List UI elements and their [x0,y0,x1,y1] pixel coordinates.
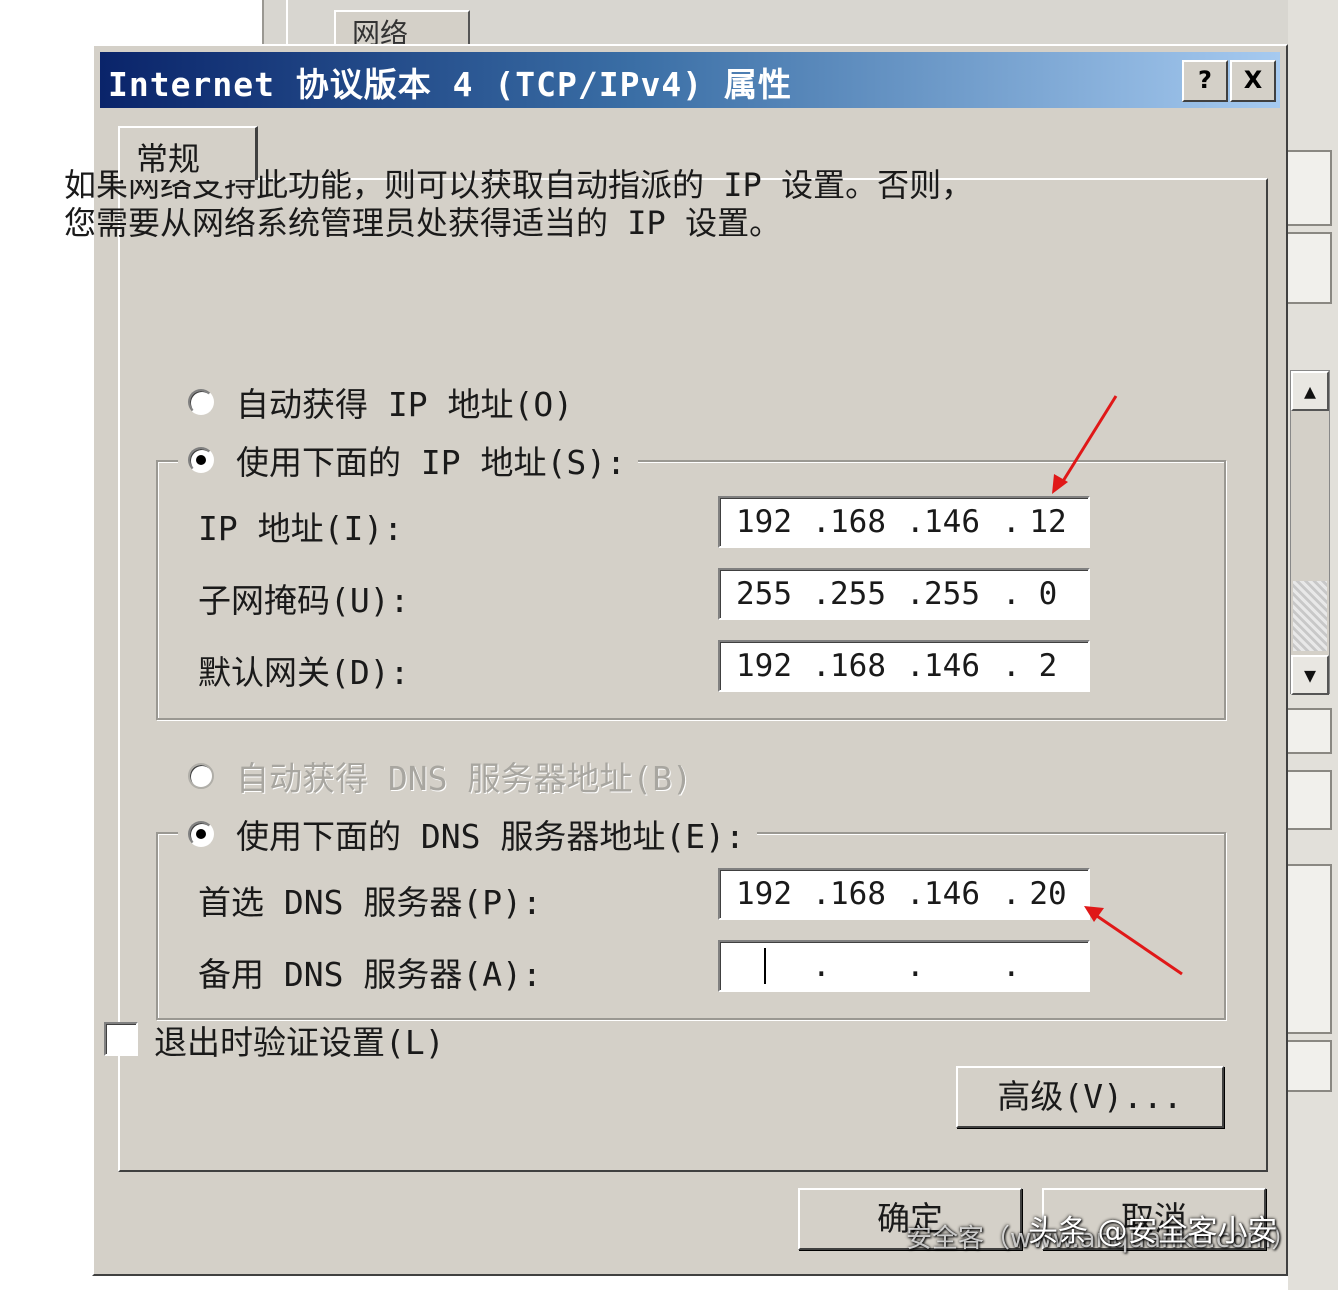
watermark: 安全客（www.anquanke.com） 头条 @安全客小安 [906,1214,1297,1255]
ip-octet-4[interactable]: 12 [1020,504,1076,540]
background-list-box [1288,232,1332,304]
gateway-octet-4[interactable]: 2 [1020,648,1076,684]
scroll-up-icon[interactable]: ▲ [1291,371,1329,411]
watermark-text: 头条 @安全客小安 [1028,1214,1278,1249]
subnet-octet-1[interactable]: 255 [736,576,792,612]
tab-general[interactable]: 常规 [118,126,258,180]
preferred-dns-octet-3[interactable]: 146 [924,876,980,912]
radio-selected-icon[interactable] [188,821,214,847]
validate-label: 退出时验证设置(L) [154,1023,445,1062]
preferred-dns-octet-4[interactable]: 20 [1020,876,1076,912]
help-button[interactable]: ? [1182,60,1228,102]
background-list-box [1288,1040,1332,1092]
dns-manual-radio[interactable]: 使用下面的 DNS 服务器地址(E): [178,810,757,858]
dialog-titlebar[interactable]: Internet 协议版本 4 (TCP/IPv4) 属性 ? X [100,52,1280,108]
advanced-button[interactable]: 高级(V)... [956,1066,1224,1128]
subnet-octet-4[interactable]: 0 [1020,576,1076,612]
alternate-dns-label: 备用 DNS 服务器(A): [198,955,542,994]
background-list-box [1288,708,1332,754]
dns-manual-label: 使用下面的 DNS 服务器地址(E): [236,817,745,856]
validate-checkbox[interactable] [104,1022,138,1056]
ip-manual-radio[interactable]: 使用下面的 IP 地址(S): [178,436,638,484]
tab-general-label: 常规 [136,140,201,178]
text-caret [764,948,766,984]
gateway-octet-3[interactable]: 146 [924,648,980,684]
help-icon: ? [1198,66,1212,94]
ip-auto-radio[interactable]: 自动获得 IP 地址(O) [184,378,586,426]
preferred-dns-field[interactable]: 192. 168. 146. 20 [718,868,1090,920]
scroll-thumb[interactable] [1293,581,1327,651]
description-line-2: 您需要从网络系统管理员处获得适当的 IP 设置。 [64,204,782,242]
gateway-octet-1[interactable]: 192 [736,648,792,684]
ip-address-label: IP 地址(I): [198,509,404,548]
close-icon: X [1243,66,1263,94]
preferred-dns-octet-2[interactable]: 168 [830,876,886,912]
subnet-octet-2[interactable]: 255 [830,576,886,612]
dns-auto-label: 自动获得 DNS 服务器地址(B) [236,759,692,798]
gateway-octet-2[interactable]: 168 [830,648,886,684]
ip-manual-label: 使用下面的 IP 地址(S): [236,443,626,482]
radio-icon[interactable] [188,389,214,415]
background-list-box [1288,770,1332,830]
advanced-button-label: 高级(V)... [997,1077,1183,1116]
background-list-box [1288,150,1332,226]
gateway-field[interactable]: 192. 168. 146. 2 [718,640,1090,692]
background-list-box [1288,864,1332,1034]
ip-octet-2[interactable]: 168 [830,504,886,540]
preferred-dns-label: 首选 DNS 服务器(P): [198,883,542,922]
radio-disabled-icon[interactable] [188,763,214,789]
dns-auto-radio[interactable]: 自动获得 DNS 服务器地址(B) [184,752,704,800]
close-button[interactable]: X [1230,60,1276,102]
background-tab-network[interactable]: 网络 [334,10,470,48]
ip-octet-1[interactable]: 192 [736,504,792,540]
subnet-mask-field[interactable]: 255. 255. 255. 0 [718,568,1090,620]
radio-selected-icon[interactable] [188,447,214,473]
background-scrollbar[interactable]: ▲ ▼ [1290,370,1330,695]
ip-address-field[interactable]: 192. 168. 146. 12 [718,496,1090,548]
preferred-dns-octet-1[interactable]: 192 [736,876,792,912]
ip-auto-label: 自动获得 IP 地址(O) [236,385,574,424]
alternate-dns-field[interactable]: . . . [718,940,1090,992]
ip-octet-3[interactable]: 146 [924,504,980,540]
scroll-down-icon[interactable]: ▼ [1291,655,1329,695]
gateway-label: 默认网关(D): [198,653,410,692]
subnet-mask-label: 子网掩码(U): [198,581,410,620]
dialog-title: Internet 协议版本 4 (TCP/IPv4) 属性 [108,65,792,104]
subnet-octet-3[interactable]: 255 [924,576,980,612]
